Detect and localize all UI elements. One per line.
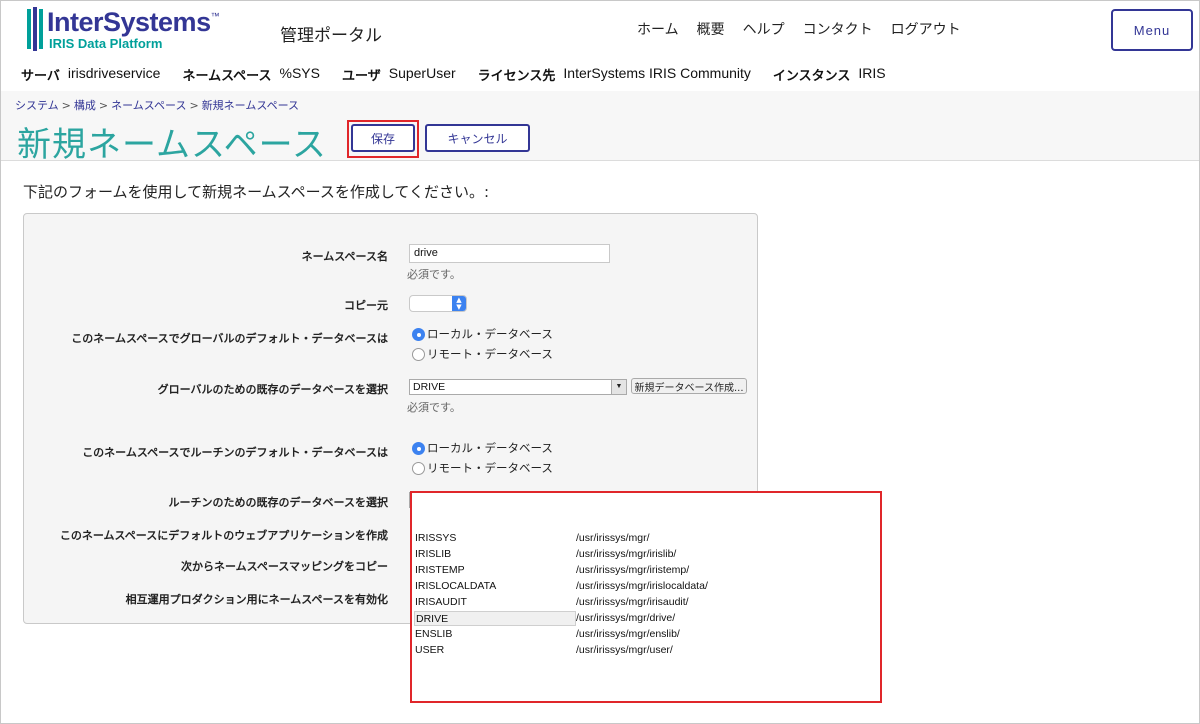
db-path: /usr/irissys/mgr/enslib/ bbox=[576, 628, 680, 640]
copy-from-select[interactable]: ▲ ▼ bbox=[409, 295, 467, 312]
breadcrumb: システム > 構成 > ネームスペース > 新規ネームスペース bbox=[15, 97, 299, 113]
copy-from-label: コピー元 bbox=[344, 299, 388, 312]
info-license: ライセンス先 InterSystems IRIS Community bbox=[478, 65, 751, 84]
db-name: IRISLIB bbox=[415, 548, 452, 560]
info-value: InterSystems IRIS Community bbox=[563, 65, 751, 81]
global-default-db-label: このネームスペースでグローバルのデフォルト・データベースは bbox=[71, 332, 388, 345]
db-name: USER bbox=[415, 644, 445, 656]
new-db-button-global[interactable]: 新規データベース作成... bbox=[631, 378, 747, 394]
db-path: /usr/irissys/mgr/irislib/ bbox=[576, 548, 677, 560]
radio-selected-icon[interactable] bbox=[412, 327, 425, 341]
nav-contact[interactable]: コンタクト bbox=[803, 19, 873, 39]
copy-mapping-label: 次からネームスペースマッピングをコピー bbox=[180, 560, 388, 573]
logo-subtitle: IRIS Data Platform bbox=[49, 36, 163, 51]
server-info-bar: サーバ irisdriveservice ネームスペース %SYS ユーザ Su… bbox=[21, 65, 908, 84]
info-key: ネームスペース bbox=[182, 69, 272, 84]
list-item[interactable]: IRISLOCALDATA /usr/irissys/mgr/irislocal… bbox=[414, 579, 878, 594]
list-item[interactable]: IRISTEMP /usr/irissys/mgr/iristemp/ bbox=[414, 563, 878, 578]
list-item[interactable]: IRISLIB /usr/irissys/mgr/irislib/ bbox=[414, 547, 878, 562]
info-value: %SYS bbox=[279, 65, 320, 81]
db-path: /usr/irissys/mgr/irisaudit/ bbox=[576, 596, 689, 608]
radio-unselected-icon[interactable] bbox=[412, 461, 425, 475]
breadcrumb-system[interactable]: システム bbox=[15, 99, 59, 112]
breadcrumb-new-namespace[interactable]: 新規ネームスペース bbox=[202, 99, 299, 112]
routine-db-dropdown-list[interactable]: IRISSYS /usr/irissys/mgr/ IRISLIB /usr/i… bbox=[410, 491, 882, 703]
page-title: 新規ネームスペース bbox=[17, 125, 327, 165]
info-key: インスタンス bbox=[772, 69, 851, 84]
info-key: ライセンス先 bbox=[477, 69, 556, 84]
namespace-name-input[interactable]: drive bbox=[409, 244, 610, 263]
db-path: /usr/irissys/mgr/drive/ bbox=[576, 612, 676, 624]
radio-unselected-icon[interactable] bbox=[412, 347, 425, 361]
intersystems-logo[interactable]: InterSystems™ IRIS Data Platform bbox=[27, 7, 227, 53]
global-db-select-label: グローバルのための既存のデータベースを選択 bbox=[157, 383, 388, 396]
web-app-label: このネームスペースにデフォルトのウェブアプリケーションを作成 bbox=[59, 529, 388, 542]
title-band: システム > 構成 > ネームスペース > 新規ネームスペース 新規ネームスペース 保存 キ… bbox=[1, 91, 1199, 165]
nav-logout[interactable]: ログアウト bbox=[891, 19, 961, 39]
breadcrumb-namespaces[interactable]: ネームスペース bbox=[111, 99, 186, 112]
info-value: IRIS bbox=[858, 65, 886, 81]
list-item[interactable]: IRISAUDIT /usr/irissys/mgr/irisaudit/ bbox=[414, 595, 878, 610]
db-name: DRIVE bbox=[414, 611, 576, 626]
info-value: irisdriveservice bbox=[67, 65, 161, 81]
nav-home[interactable]: ホーム bbox=[637, 19, 679, 39]
required-hint: 必須です。 bbox=[407, 268, 461, 281]
db-name: IRISAUDIT bbox=[415, 596, 467, 608]
global-local-db-radio[interactable]: ローカル・データベース bbox=[412, 326, 553, 342]
info-instance: インスタンス IRIS bbox=[773, 65, 886, 84]
db-name: IRISLOCALDATA bbox=[415, 580, 497, 592]
list-item-highlighted[interactable]: DRIVE /usr/irissys/mgr/drive/ bbox=[414, 611, 878, 626]
breadcrumb-separator: > bbox=[98, 99, 109, 112]
routine-local-db-radio[interactable]: ローカル・データベース bbox=[412, 440, 553, 456]
top-nav: ホーム 概要 ヘルプ コンタクト ログアウト bbox=[637, 19, 961, 39]
info-server: サーバ irisdriveservice bbox=[21, 65, 160, 84]
db-path: /usr/irissys/mgr/user/ bbox=[576, 644, 673, 656]
logo-name: InterSystems™ bbox=[47, 7, 220, 37]
namespace-name-label: ネームスペース名 bbox=[301, 250, 388, 263]
radio-label: ローカル・データベース bbox=[427, 441, 553, 455]
info-key: サーバ bbox=[21, 69, 60, 84]
global-db-select[interactable]: DRIVE ▼ bbox=[409, 379, 627, 395]
radio-label: リモート・データベース bbox=[427, 347, 553, 361]
db-path: /usr/irissys/mgr/ bbox=[576, 532, 650, 544]
db-path: /usr/irissys/mgr/irislocaldata/ bbox=[576, 580, 708, 592]
db-name: ENSLIB bbox=[415, 628, 453, 640]
portal-title: 管理ポータル bbox=[280, 26, 382, 46]
global-db-value: DRIVE bbox=[413, 381, 446, 393]
info-value: SuperUser bbox=[388, 65, 456, 81]
header: InterSystems™ IRIS Data Platform 管理ポータル … bbox=[1, 1, 1199, 97]
breadcrumb-config[interactable]: 構成 bbox=[74, 99, 96, 112]
interop-label: 相互運用プロダクション用にネームスペースを有効化 bbox=[125, 593, 388, 606]
routine-db-select-label: ルーチンのための既存のデータベースを選択 bbox=[168, 496, 388, 509]
nav-help[interactable]: ヘルプ bbox=[743, 19, 785, 39]
nav-overview[interactable]: 概要 bbox=[697, 19, 725, 39]
db-name: IRISTEMP bbox=[415, 564, 465, 576]
breadcrumb-separator: > bbox=[189, 99, 199, 112]
save-button[interactable]: 保存 bbox=[351, 124, 415, 152]
logo-mark-icon bbox=[27, 7, 43, 51]
routine-remote-db-radio[interactable]: リモート・データベース bbox=[412, 460, 553, 476]
radio-label: ローカル・データベース bbox=[427, 327, 553, 341]
dropdown-arrow-icon[interactable]: ▼ bbox=[611, 380, 626, 394]
db-name: IRISSYS bbox=[415, 532, 457, 544]
db-path: /usr/irissys/mgr/iristemp/ bbox=[576, 564, 690, 576]
info-namespace: ネームスペース %SYS bbox=[182, 65, 320, 84]
menu-button[interactable]: Menu bbox=[1111, 9, 1193, 51]
chevron-up-down-icon: ▲ ▼ bbox=[452, 296, 466, 311]
global-remote-db-radio[interactable]: リモート・データベース bbox=[412, 346, 553, 362]
list-item[interactable]: IRISSYS /usr/irissys/mgr/ bbox=[414, 531, 878, 546]
cancel-button[interactable]: キャンセル bbox=[425, 124, 530, 152]
info-user: ユーザ SuperUser bbox=[342, 65, 456, 84]
info-key: ユーザ bbox=[341, 69, 381, 84]
radio-label: リモート・データベース bbox=[427, 461, 553, 475]
radio-selected-icon[interactable] bbox=[412, 441, 425, 455]
list-item[interactable]: ENSLIB /usr/irissys/mgr/enslib/ bbox=[414, 627, 878, 642]
routine-default-db-label: このネームスペースでルーチンのデフォルト・データベースは bbox=[82, 446, 388, 459]
form-instructions: 下記のフォームを使用して新規ネームスペースを作成してください。: bbox=[23, 183, 490, 201]
required-hint: 必須です。 bbox=[407, 401, 461, 414]
breadcrumb-separator: > bbox=[61, 99, 71, 112]
list-item[interactable]: USER /usr/irissys/mgr/user/ bbox=[414, 643, 878, 658]
